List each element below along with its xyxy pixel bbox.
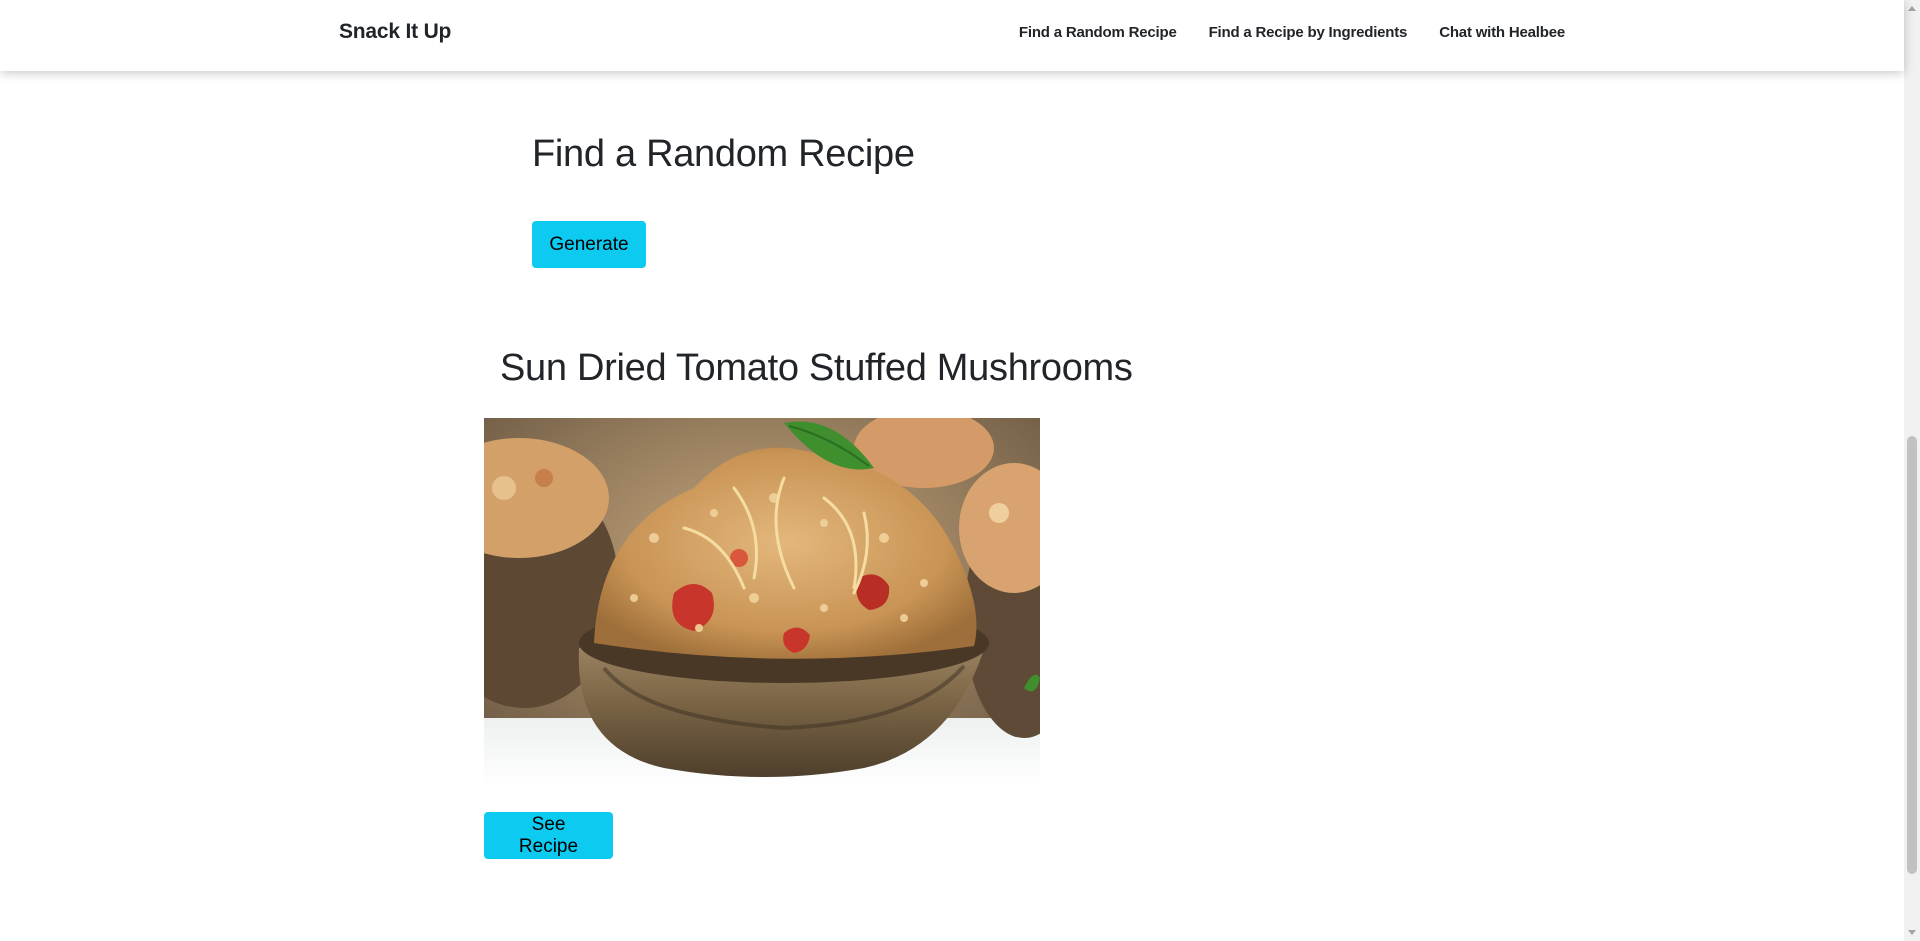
- recipe-image: [484, 418, 1040, 787]
- generate-button[interactable]: Generate: [532, 221, 646, 268]
- nav-link-chat-healbee[interactable]: Chat with Healbee: [1439, 24, 1565, 41]
- navbar: Snack It Up Find a Random Recipe Find a …: [0, 0, 1904, 71]
- main-content: Find a Random Recipe Generate Sun Dried …: [0, 0, 1904, 941]
- nav-links: Find a Random Recipe Find a Recipe by In…: [1019, 24, 1565, 41]
- brand-logo[interactable]: Snack It Up: [339, 20, 451, 44]
- scroll-thumb[interactable]: [1907, 436, 1917, 874]
- section-title: Find a Random Recipe: [532, 133, 915, 175]
- scroll-up-icon[interactable]: [1908, 6, 1916, 11]
- recipe-title: Sun Dried Tomato Stuffed Mushrooms: [500, 347, 1133, 389]
- scrollbar[interactable]: [1904, 0, 1920, 941]
- nav-link-recipe-by-ingredients[interactable]: Find a Recipe by Ingredients: [1209, 24, 1408, 41]
- see-recipe-button[interactable]: See Recipe: [484, 812, 613, 859]
- scroll-down-icon[interactable]: [1908, 930, 1916, 935]
- nav-link-random-recipe[interactable]: Find a Random Recipe: [1019, 24, 1177, 41]
